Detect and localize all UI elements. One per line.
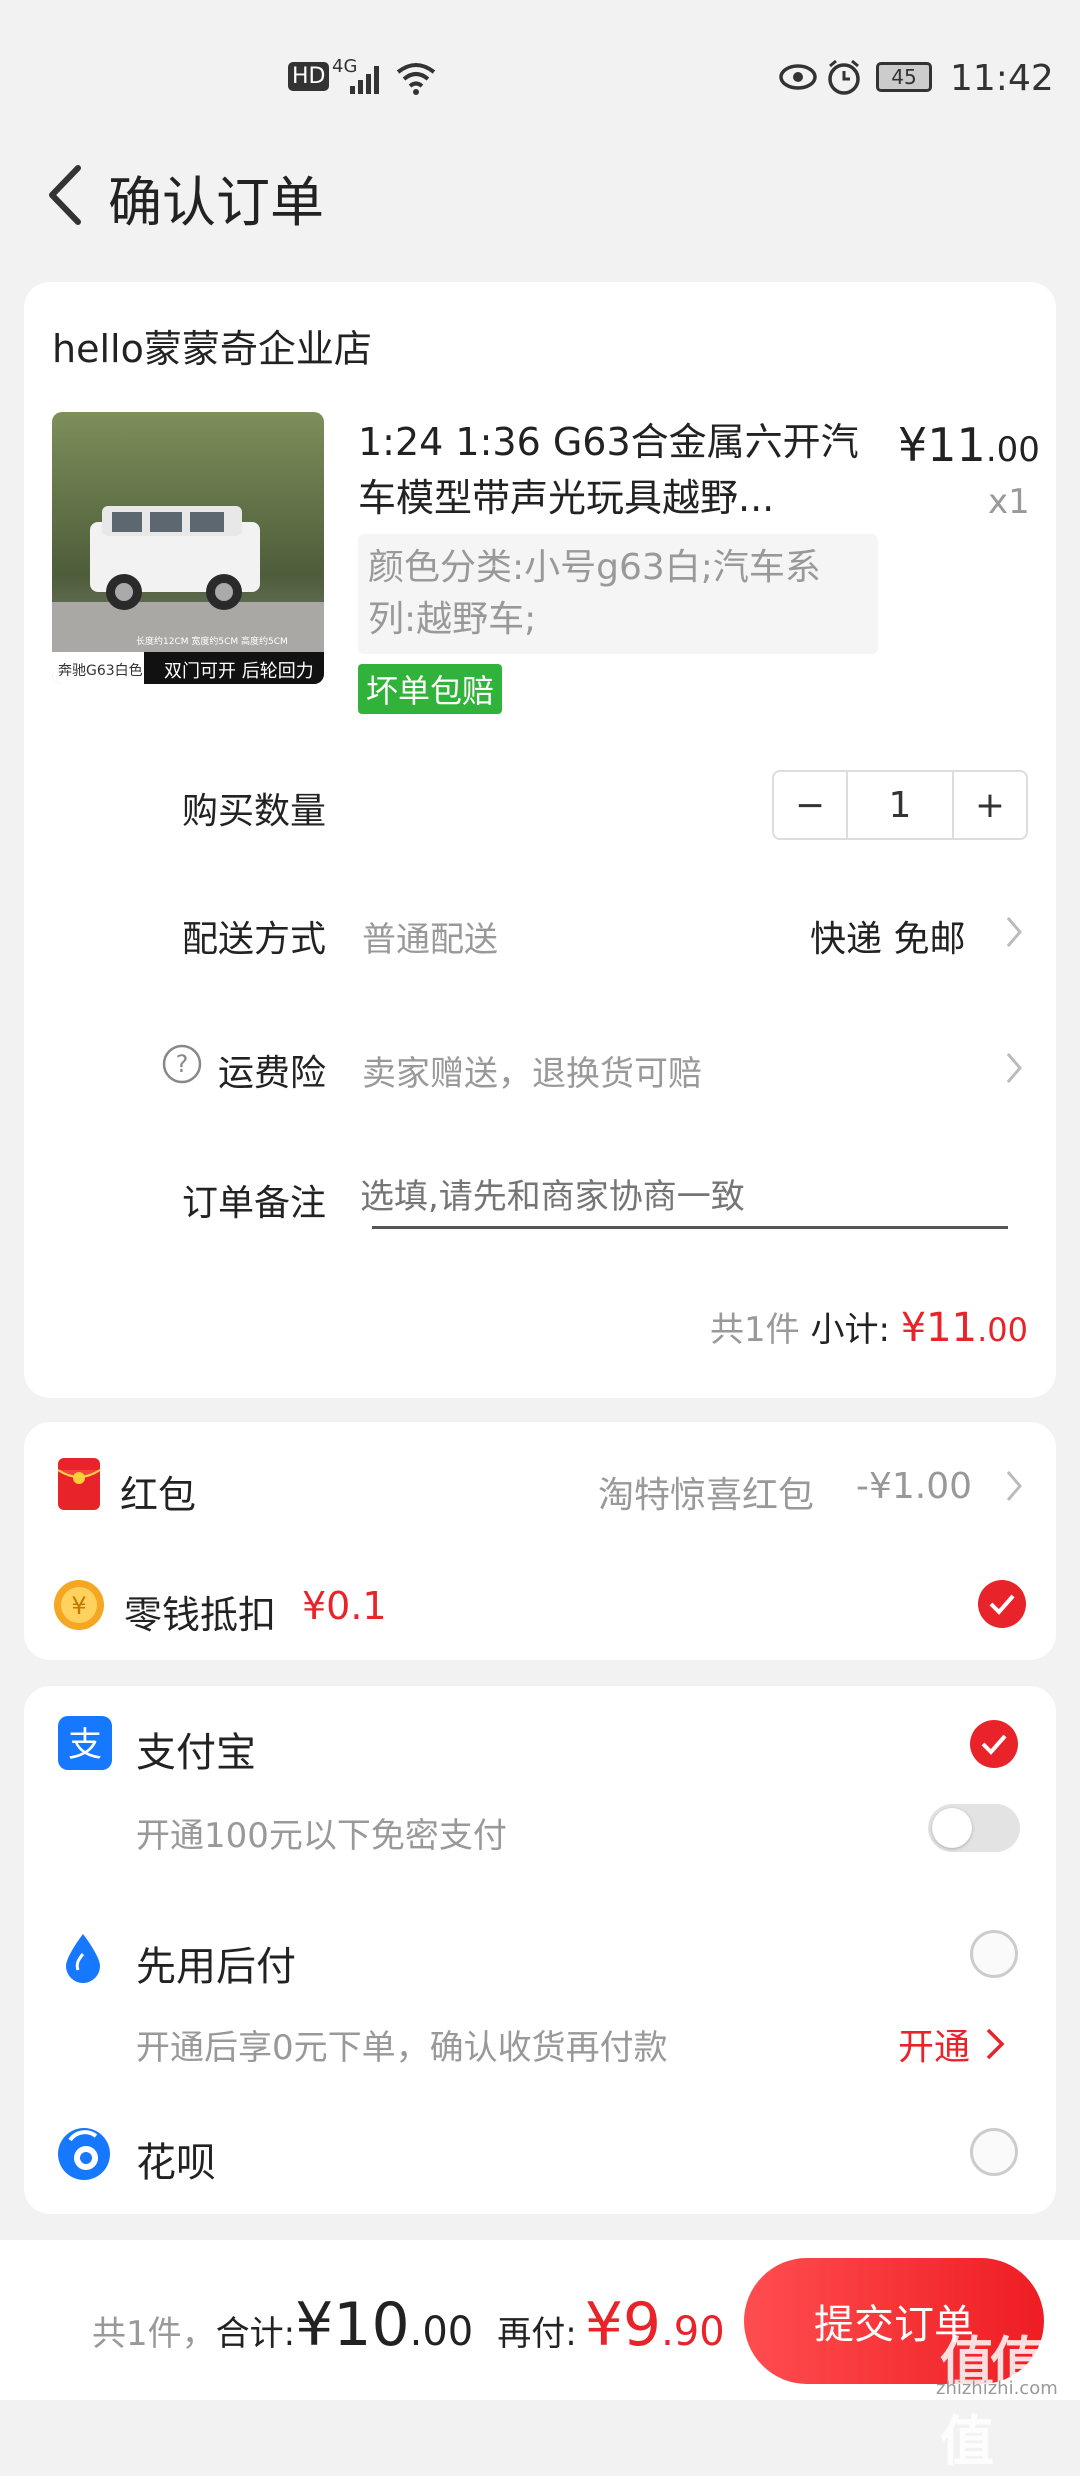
notes-underline <box>372 1226 1008 1229</box>
quantity-label: 购买数量 <box>182 791 327 832</box>
footer-total-label: 合计: <box>215 2314 296 2354</box>
decrement-button[interactable]: − <box>774 772 848 838</box>
watermark-url: zhizhizhi.com <box>936 2378 1058 2399</box>
footer-count: 共1件， <box>92 2314 216 2354</box>
help-circle-icon[interactable]: ? <box>162 1044 202 1084</box>
red-packet-amount: -¥1.00 <box>856 1466 973 1507</box>
checkout-summary: 共1件， 合计: ¥10.00 再付: ¥9.90 <box>92 2290 725 2360</box>
footer-pay-label: 再付: <box>497 2314 577 2354</box>
alipay-label: 支付宝 <box>136 1730 256 1776</box>
alipay-sub-label: 开通100元以下免密支付 <box>136 1816 507 1856</box>
svg-text:¥: ¥ <box>71 1592 86 1620</box>
subtotal-decimal: .00 <box>977 1311 1028 1349</box>
change-checkbox[interactable] <box>978 1580 1026 1628</box>
delivery-method: 快递 免邮 <box>810 919 966 960</box>
toggle-knob <box>932 1808 972 1848</box>
shop-name[interactable]: hello蒙蒙奇企业店 <box>52 318 372 373</box>
guarantee-badge: 坏单包赔 <box>358 664 503 714</box>
alipay-radio[interactable] <box>970 1720 1018 1768</box>
checkmark-icon <box>981 1734 1007 1755</box>
signal-icon <box>350 66 379 94</box>
red-packet-label: 红包 <box>120 1473 197 1517</box>
clock: 11:42 <box>950 58 1054 99</box>
insurance-value: 卖家赠送，退换货可赔 <box>362 1054 702 1094</box>
product-title[interactable]: 1:24 1:36 G63合金属六开汽车模型带声光玩具越野... <box>358 414 878 526</box>
summary-count: 共1件 <box>710 1310 800 1350</box>
summary-label: 小计: <box>810 1310 890 1350</box>
footer-pay-decimal: .90 <box>661 2309 725 2355</box>
activate-label: 开通 <box>898 2027 971 2068</box>
pay-later-label: 先用后付 <box>136 1944 296 1990</box>
page-title: 确认订单 <box>108 171 324 234</box>
footer-pay-integer: ¥9 <box>584 2290 662 2360</box>
pay-later-radio[interactable] <box>970 1930 1018 1978</box>
svg-text:支: 支 <box>68 1725 102 1765</box>
product-sku[interactable]: 颜色分类:小号g63白;汽车系列:越野车; <box>358 534 878 654</box>
checkmark-icon <box>989 1594 1015 1615</box>
price-integer: ¥11 <box>898 418 986 472</box>
alarm-icon <box>828 59 860 95</box>
chevron-right-icon <box>1006 1471 1022 1501</box>
svg-text:?: ? <box>176 1050 189 1078</box>
coin-icon: ¥ <box>54 1580 104 1630</box>
order-summary: 共1件 小计: ¥11.00 <box>710 1302 1028 1351</box>
chevron-right-icon <box>1006 1053 1022 1083</box>
eye-icon <box>779 64 817 90</box>
battery-level: 45 <box>891 65 917 89</box>
image-spec-text: 长度约12CM 宽度约5CM 高度约5CM <box>136 637 288 647</box>
password-free-toggle[interactable] <box>928 1804 1020 1852</box>
increment-button[interactable]: + <box>952 772 1026 838</box>
change-amount: ¥0.1 <box>302 1584 387 1628</box>
huabei-label: 花呗 <box>136 2140 216 2186</box>
pay-later-sub-label: 开通后享0元下单，确认收货再付款 <box>136 2028 668 2068</box>
product-image[interactable]: 长度约12CM 宽度约5CM 高度约5CM 奔驰G63白色 双门可开 后轮回力 <box>52 412 324 684</box>
footer-total-decimal: .00 <box>409 2309 474 2355</box>
alipay-icon: 支 <box>58 1716 112 1770</box>
change-label: 零钱抵扣 <box>124 1593 277 1637</box>
hd-indicator: HD <box>288 62 330 91</box>
subtotal-integer: ¥11 <box>900 1305 978 1351</box>
red-packet-value: 淘特惊喜红包 <box>598 1475 815 1516</box>
footer-total-integer: ¥10 <box>295 2290 410 2360</box>
chevron-right-icon <box>1006 917 1022 947</box>
delivery-label: 配送方式 <box>182 919 327 960</box>
insurance-label: 运费险 <box>218 1053 327 1094</box>
quantity-stepper: − 1 + <box>772 770 1028 840</box>
quantity-value[interactable]: 1 <box>848 772 952 838</box>
chevron-right-icon <box>986 2028 1005 2060</box>
image-caption-right: 双门可开 后轮回力 <box>164 661 314 682</box>
huabei-radio[interactable] <box>970 2128 1018 2176</box>
price-decimal: .00 <box>985 430 1040 470</box>
notes-input[interactable] <box>358 1168 1012 1226</box>
pay-later-activate-link[interactable]: 开通 <box>898 2018 1012 2070</box>
huabei-icon <box>58 2128 110 2180</box>
delivery-value: 普通配送 <box>362 920 498 960</box>
notes-label: 订单备注 <box>182 1183 327 1224</box>
back-arrow-icon[interactable] <box>42 160 92 230</box>
battery-icon: 45 <box>876 62 932 92</box>
red-packet-icon <box>57 1458 101 1510</box>
product-quantity: x1 <box>988 482 1030 522</box>
product-price: ¥11.00 <box>898 418 1040 472</box>
wifi-icon <box>396 63 436 95</box>
status-bar: HD 4G 45 11:42 <box>0 0 1080 130</box>
image-caption-left: 奔驰G63白色 <box>58 663 143 679</box>
